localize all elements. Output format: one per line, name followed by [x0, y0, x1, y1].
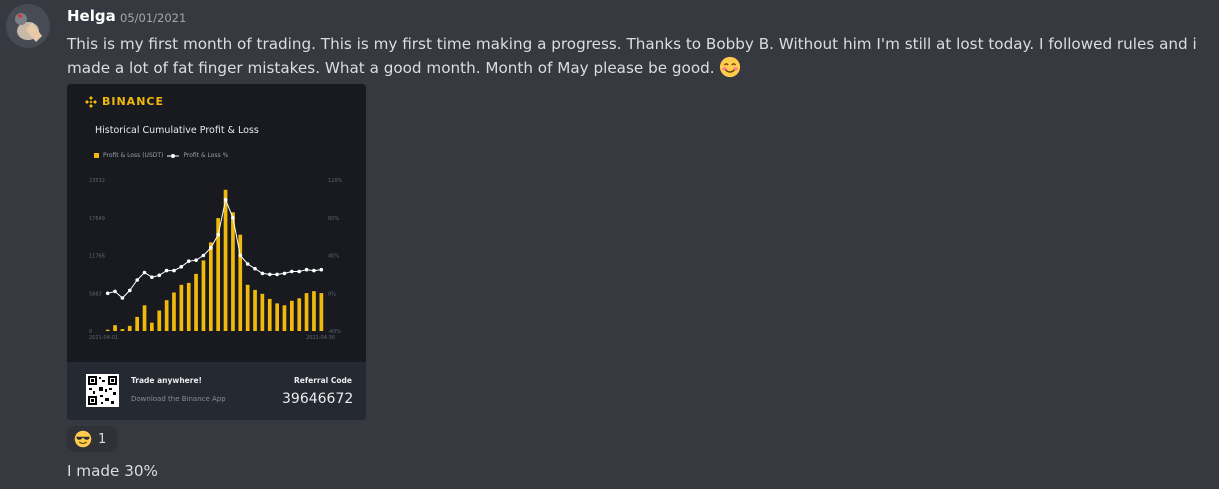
y-left-tick-label: 23532: [89, 178, 105, 184]
y-left-tick-label: 17649: [89, 216, 105, 222]
pnl-bar: [267, 298, 272, 331]
pnl-bar: [260, 293, 265, 331]
pnl-percent-point: [150, 275, 154, 279]
pnl-percent-point: [194, 258, 198, 262]
pnl-percent-point: [297, 269, 301, 274]
pnl-percent-point: [260, 271, 265, 276]
pnl-bar: [319, 293, 324, 331]
pnl-percent-point: [209, 246, 213, 250]
pnl-percent-line: [107, 198, 322, 299]
pnl-percent-point: [312, 268, 316, 273]
legend-line-swatch: [167, 153, 180, 158]
pnl-percent-point: [201, 253, 206, 258]
pnl-bar: [120, 329, 125, 331]
binance-brand: BINANCE: [102, 95, 164, 108]
download-app-text: Download the Binance App: [131, 395, 226, 403]
message-content: This is my first month of trading. This …: [67, 33, 1215, 80]
legend-bar-label: Profit & Loss (USDT): [103, 152, 164, 159]
x-tick-label-end: 2021-04-30: [306, 335, 335, 341]
pnl-bar: [164, 300, 169, 331]
pnl-bar: [172, 292, 176, 331]
pnl-percent-point: [216, 232, 220, 237]
y-left-tick-label: 11766: [89, 254, 105, 260]
pnl-percent-point: [135, 278, 139, 282]
pnl-bar: [275, 303, 279, 331]
pnl-percent-point: [186, 259, 191, 263]
pnl-percent-point: [172, 268, 176, 273]
pnl-bar: [142, 305, 147, 331]
binance-logo: BINANCE: [85, 95, 164, 108]
pnl-bar: [209, 242, 213, 331]
smiling-face-with-sunglasses-icon: [74, 430, 92, 448]
pnl-bar: [105, 329, 110, 331]
pnl-bar: [150, 322, 154, 331]
x-tick-label-start: 2021-04-01: [89, 335, 118, 341]
pnl-percent-point: [105, 291, 110, 296]
binance-diamond-icon: [85, 95, 97, 108]
pnl-bar: [135, 316, 139, 331]
message-timestamp: 05/01/2021: [120, 11, 187, 25]
trade-anywhere-title: Trade anywhere!: [131, 376, 202, 385]
pnl-percent-point: [223, 198, 228, 202]
pnl-bar: [290, 300, 294, 331]
pnl-percent-point: [142, 270, 147, 275]
y-right-tick-label: 0%: [328, 291, 336, 297]
avatar[interactable]: [6, 4, 50, 48]
pnl-bar: [223, 189, 228, 331]
legend-bar-swatch: [94, 153, 99, 158]
pnl-bar: [245, 284, 250, 331]
pnl-percent-point: [128, 288, 132, 293]
pnl-percent-point: [113, 289, 117, 294]
pnl-percent-point: [231, 216, 235, 220]
pnl-percent-point: [179, 265, 184, 269]
pnl-percent-point: [282, 271, 287, 276]
pnl-percent-point: [238, 253, 243, 258]
pnl-bar: [297, 298, 302, 331]
username[interactable]: Helga: [67, 7, 116, 25]
binance-pnl-image[interactable]: BINANCE Historical Cumulative Profit & L…: [67, 84, 366, 420]
embed-footer: Trade anywhere! Download the Binance App…: [67, 362, 366, 420]
pnl-bar: [304, 293, 309, 331]
pnl-bar: [282, 305, 287, 331]
pnl-bar: [179, 284, 184, 331]
pnl-bar: [231, 212, 235, 331]
qr-code: [86, 374, 119, 407]
pnl-percent-point: [245, 262, 250, 266]
message-2-text: I made 30%: [67, 462, 158, 480]
referral-code-label: Referral Code: [294, 376, 352, 385]
reaction-count: 1: [98, 431, 107, 447]
pnl-bar: [194, 273, 198, 331]
pnl-percent-point: [253, 266, 257, 271]
pnl-bar: [157, 310, 162, 331]
y-right-tick-label: 40%: [328, 254, 339, 260]
pnl-percent-point: [275, 272, 279, 277]
pnl-percent-point: [319, 267, 324, 272]
pnl-bar: [253, 289, 257, 331]
pnl-percent-point: [268, 272, 272, 277]
pnl-bar: [113, 325, 117, 331]
message-text: This is my first month of trading. This …: [67, 35, 1197, 77]
pnl-percent-point: [120, 296, 125, 300]
pnl-bar: [312, 291, 316, 331]
pnl-bar: [127, 325, 132, 331]
referral-code-value: 39646672: [282, 391, 354, 407]
y-left-tick-label: 5883: [89, 291, 102, 297]
y-right-tick-label: 120%: [328, 178, 343, 184]
pnl-percent-point: [290, 269, 294, 274]
pnl-percent-point: [304, 267, 309, 272]
pnl-bar: [201, 260, 206, 331]
pnl-percent-point: [164, 268, 169, 273]
chart-legend: Profit & Loss (USDT) Profit & Loss %: [94, 152, 228, 159]
smiling-face-with-smiling-eyes-icon[interactable]: [719, 56, 741, 78]
pnl-percent-point: [157, 273, 162, 278]
y-right-tick-label: 80%: [328, 216, 339, 222]
reaction-button[interactable]: 1: [67, 426, 117, 452]
pnl-chart: 05883117661764923532-40%0%40%80%120%2021…: [89, 178, 343, 341]
chart-title: Historical Cumulative Profit & Loss: [95, 125, 259, 136]
legend-line-label: Profit & Loss %: [183, 152, 229, 159]
pnl-bar: [186, 282, 191, 331]
